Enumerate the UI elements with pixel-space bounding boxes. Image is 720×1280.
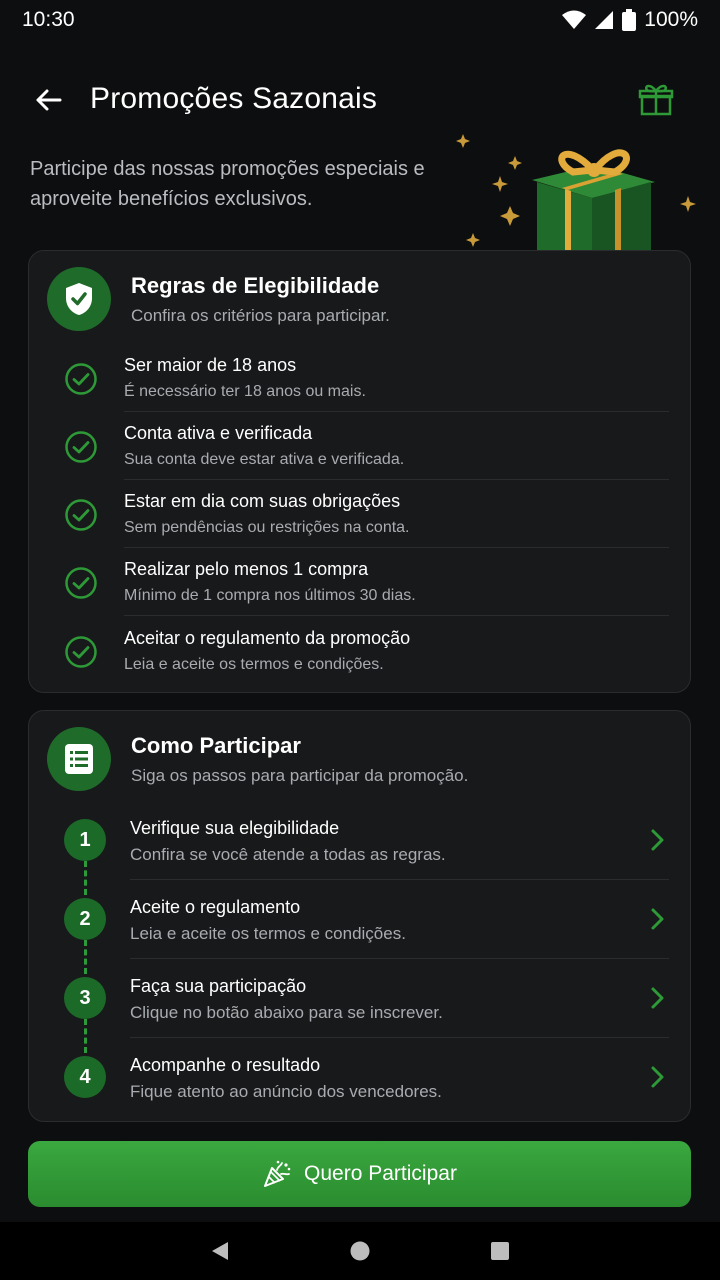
- list-badge: [47, 727, 111, 791]
- gift-illustration: [456, 134, 696, 255]
- step-number: 2: [64, 898, 106, 940]
- rule-description: Leia e aceite os termos e condições.: [124, 656, 384, 673]
- gift-button[interactable]: [638, 82, 676, 118]
- step-number: 4: [64, 1056, 106, 1098]
- rule-title: Aceitar o regulamento da promoção: [124, 628, 411, 648]
- step-item[interactable]: 4 Acompanhe o resultado Fique atento ao …: [57, 1049, 669, 1128]
- step-description: Confira se você atende a todas as regras…: [130, 845, 446, 864]
- divider: [124, 411, 669, 412]
- rule-description: Mínimo de 1 compra nos últimos 30 dias.: [124, 587, 416, 604]
- participate-button[interactable]: Quero Participar: [28, 1141, 691, 1207]
- participate-button-label: Quero Participar: [304, 1162, 457, 1185]
- check-circle-icon: [65, 363, 97, 395]
- divider: [130, 958, 669, 959]
- signal-icon: [595, 11, 614, 29]
- battery-percent: 100%: [644, 8, 698, 31]
- divider: [130, 879, 669, 880]
- step-title: Acompanhe o resultado: [130, 1055, 321, 1075]
- gift-icon: [638, 84, 674, 116]
- rule-item: Conta ativa e verificada Sua conta deve …: [57, 413, 669, 481]
- shield-badge: [47, 267, 111, 331]
- rule-title: Realizar pelo menos 1 compra: [124, 559, 369, 579]
- nav-back-button[interactable]: [202, 1233, 238, 1269]
- rule-description: Sua conta deve estar ativa e verificada.: [124, 451, 405, 468]
- back-button[interactable]: [28, 82, 68, 118]
- nav-home-button[interactable]: [342, 1233, 378, 1269]
- step-number: 3: [64, 977, 106, 1019]
- system-nav-bar: [0, 1222, 720, 1280]
- step-title: Aceite o regulamento: [130, 897, 301, 917]
- how-to-title: Como Participar: [131, 733, 301, 758]
- rule-title: Estar em dia com suas obrigações: [124, 491, 401, 511]
- eligibility-title: Regras de Elegibilidade: [131, 273, 380, 298]
- battery-icon: [622, 9, 637, 31]
- wifi-icon: [562, 10, 587, 29]
- chevron-right-icon: [651, 987, 664, 1009]
- chevron-right-icon: [651, 1066, 664, 1088]
- rule-title: Ser maior de 18 anos: [124, 355, 297, 375]
- divider: [124, 479, 669, 480]
- status-bar: 10:30 100%: [0, 0, 720, 40]
- step-title: Verifique sua elegibilidade: [130, 818, 340, 838]
- back-arrow-icon: [36, 89, 62, 111]
- rule-item: Realizar pelo menos 1 compra Mínimo de 1…: [57, 549, 669, 617]
- circle-home-icon: [350, 1241, 370, 1261]
- nav-recents-button[interactable]: [482, 1233, 518, 1269]
- step-description: Clique no botão abaixo para se inscrever…: [130, 1003, 443, 1022]
- chevron-right-icon: [651, 829, 664, 851]
- rule-item: Estar em dia com suas obrigações Sem pen…: [57, 481, 669, 549]
- divider: [124, 615, 669, 616]
- triangle-back-icon: [212, 1242, 228, 1260]
- party-popper-icon: [264, 1160, 291, 1187]
- step-number: 1: [64, 819, 106, 861]
- list-icon: [65, 744, 93, 774]
- rule-description: Sem pendências ou restrições na conta.: [124, 519, 410, 536]
- status-time: 10:30: [22, 8, 75, 31]
- divider: [124, 547, 669, 548]
- rule-item: Aceitar o regulamento da promoção Leia e…: [57, 618, 669, 686]
- eligibility-card: Regras de Elegibilidade Confira os crité…: [28, 250, 691, 693]
- divider: [130, 1037, 669, 1038]
- how-to-participate-card: Como Participar Siga os passos para part…: [28, 710, 691, 1122]
- rule-title: Conta ativa e verificada: [124, 423, 313, 443]
- check-circle-icon: [65, 636, 97, 668]
- rule-description: É necessário ter 18 anos ou mais.: [124, 383, 366, 400]
- square-recents-icon: [491, 1242, 509, 1260]
- check-circle-icon: [65, 431, 97, 463]
- rule-item: Ser maior de 18 anos É necessário ter 18…: [57, 345, 669, 413]
- step-description: Fique atento ao anúncio dos vencedores.: [130, 1082, 442, 1101]
- how-to-subtitle: Siga os passos para participar da promoç…: [131, 766, 469, 785]
- shield-check-icon: [66, 283, 92, 315]
- step-title: Faça sua participação: [130, 976, 307, 996]
- intro-text: Participe das nossas promoções especiais…: [30, 158, 425, 210]
- step-description: Leia e aceite os termos e condições.: [130, 924, 406, 943]
- page-title: Promoções Sazonais: [90, 82, 378, 115]
- check-circle-icon: [65, 499, 97, 531]
- eligibility-subtitle: Confira os critérios para participar.: [131, 306, 390, 325]
- chevron-right-icon: [651, 908, 664, 930]
- check-circle-icon: [65, 567, 97, 599]
